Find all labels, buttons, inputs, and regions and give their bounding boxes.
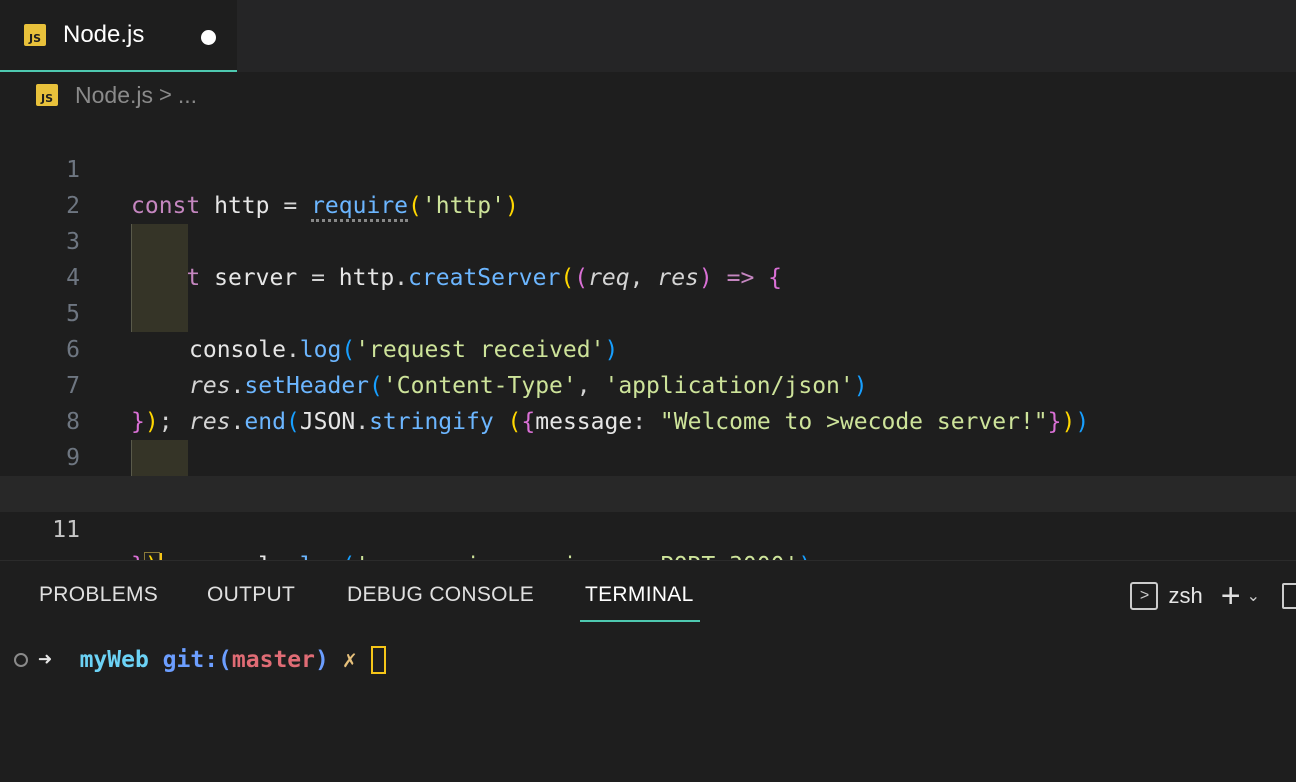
prompt-branch: master [231, 647, 316, 673]
unsaved-dot-icon[interactable] [201, 30, 216, 45]
breadcrumb: JS Node.js > ... [0, 76, 197, 114]
terminal-icon[interactable]: > [1130, 582, 1159, 610]
chevron-right-icon: > [158, 82, 172, 107]
code-line[interactable]: 8 [0, 368, 1296, 435]
tab-output[interactable]: OUTPUT [207, 583, 295, 607]
code-line[interactable]: 1 const http = require('http') [0, 116, 1296, 222]
prompt-git-label: git:( [162, 647, 232, 673]
terminal-shell-name[interactable]: zsh [1168, 583, 1202, 609]
code-line[interactable]: 5 res.setHeader('Content-Type', 'applica… [0, 260, 1296, 399]
chevron-down-icon[interactable]: ⌄ [1247, 586, 1260, 606]
bottom-panel: PROBLEMS OUTPUT DEBUG CONSOLE TERMINAL >… [0, 560, 1296, 782]
tab-label: Node.js [63, 21, 145, 48]
terminal-prompt[interactable]: ➜ myWeb git:(master) ✗ [14, 646, 386, 674]
prompt-directory: myWeb [79, 647, 149, 673]
tab-terminal[interactable]: TERMINAL [585, 583, 694, 607]
terminal-cursor [370, 646, 386, 674]
tab-debug-console[interactable]: DEBUG CONSOLE [347, 583, 534, 607]
command-decoration-circle-icon[interactable] [14, 653, 28, 667]
new-terminal-plus-icon[interactable]: + [1221, 579, 1241, 613]
indent-guide [131, 296, 188, 332]
code-line[interactable]: 9 server.listen(3000,() => { [0, 404, 1296, 508]
split-terminal-icon[interactable] [1282, 583, 1296, 609]
code-line[interactable]: 3 const server = http.creatServer((req, … [0, 188, 1296, 291]
active-tab-indicator [580, 620, 700, 622]
terminal-actions: > zsh + ⌄ [1130, 579, 1296, 613]
code-line[interactable]: 4 console.log('request received') [0, 224, 1296, 363]
code-editor[interactable]: 1 const http = require('http') 2 3 const… [0, 116, 1296, 581]
prompt-arrow-icon: ➜ [38, 647, 52, 673]
indent-guide [131, 440, 188, 476]
line-number: 11 [52, 517, 80, 543]
tab-problems[interactable]: PROBLEMS [39, 583, 158, 607]
tab-node-js[interactable]: JS Node.js [0, 0, 237, 72]
code-line[interactable]: 2 [0, 152, 1296, 219]
panel-tab-bar: PROBLEMS OUTPUT DEBUG CONSOLE TERMINAL >… [0, 561, 1296, 623]
breadcrumb-symbols[interactable]: ... [178, 82, 197, 109]
code-line[interactable]: 6 res.end(JSON.stringify ({message: "Wel… [0, 296, 1296, 435]
javascript-file-icon: JS [36, 84, 58, 106]
code-line[interactable]: 10 console.log('server is running on POR… [0, 440, 1296, 579]
editor-tab-bar: JS Node.js [0, 0, 1296, 72]
prompt-dirty-icon: ✗ [342, 647, 357, 673]
indent-guide [131, 260, 188, 296]
breadcrumb-file[interactable]: Node.js [75, 82, 153, 109]
indent-guide [131, 224, 188, 260]
javascript-file-icon: JS [24, 24, 46, 46]
code-line[interactable]: 7 }); [0, 332, 1296, 435]
code-line-current[interactable]: 11 }) [0, 476, 1296, 581]
